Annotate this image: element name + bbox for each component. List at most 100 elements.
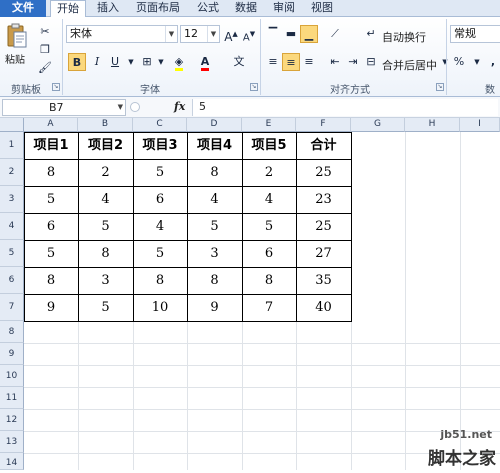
column-header-e[interactable]: E [242, 118, 296, 132]
table-cell[interactable]: 8 [187, 267, 242, 294]
row-header-8[interactable]: 8 [0, 321, 24, 343]
increase-font-size-button[interactable]: A▲ [222, 25, 240, 44]
decrease-indent-icon[interactable]: ⇤ [326, 53, 344, 71]
chevron-down-icon[interactable]: ▼ [207, 26, 219, 42]
align-bottom-icon[interactable]: ▁ [300, 25, 318, 43]
font-launcher-icon[interactable]: ↘ [250, 83, 258, 91]
tab-data[interactable]: 数据 [228, 0, 264, 17]
worksheet-grid[interactable]: A B C D E F G H I 1 2 3 4 5 6 7 8 9 10 1… [0, 118, 500, 470]
table-cell[interactable]: 5 [133, 240, 187, 267]
row-header-1[interactable]: 1 [0, 132, 24, 159]
formula-input[interactable]: 5 [192, 99, 498, 116]
tab-home[interactable]: 开始 [50, 0, 86, 18]
table-cell[interactable]: 6 [242, 240, 296, 267]
bold-button[interactable]: B [68, 53, 86, 71]
tab-formulas[interactable]: 公式 [190, 0, 226, 17]
insert-function-icon[interactable]: fx [174, 100, 185, 113]
table-cell[interactable]: 3 [78, 267, 133, 294]
decrease-font-size-button[interactable]: A▼ [240, 25, 258, 43]
column-header-f[interactable]: F [296, 118, 351, 132]
row-header-7[interactable]: 7 [0, 294, 24, 321]
table-header-cell[interactable]: 项目1 [24, 132, 78, 159]
row-header-13[interactable]: 13 [0, 431, 24, 453]
table-cell[interactable]: 8 [133, 267, 187, 294]
table-header-cell[interactable]: 合计 [296, 132, 351, 159]
tab-review[interactable]: 审阅 [266, 0, 302, 17]
table-cell[interactable]: 35 [296, 267, 351, 294]
select-all-corner[interactable] [0, 118, 24, 132]
font-name-combo[interactable]: 宋体 ▼ [66, 25, 178, 43]
table-cell[interactable]: 27 [296, 240, 351, 267]
align-right-icon[interactable]: ≡ [300, 53, 318, 71]
align-middle-icon[interactable]: ▬ [282, 25, 300, 43]
table-cell[interactable]: 5 [187, 213, 242, 240]
row-header-6[interactable]: 6 [0, 267, 24, 294]
table-cell[interactable]: 8 [24, 159, 78, 186]
chevron-down-icon[interactable]: ▼ [165, 26, 177, 42]
table-cell[interactable]: 6 [133, 186, 187, 213]
table-cell[interactable]: 23 [296, 186, 351, 213]
merge-center-button[interactable]: 合并后居中 [382, 57, 437, 73]
row-header-10[interactable]: 10 [0, 365, 24, 387]
table-cell[interactable]: 5 [78, 213, 133, 240]
table-cell[interactable]: 5 [24, 240, 78, 267]
row-header-4[interactable]: 4 [0, 213, 24, 240]
table-header-cell[interactable]: 项目5 [242, 132, 296, 159]
chevron-down-icon[interactable]: ▼ [152, 53, 170, 71]
copy-icon[interactable]: ❐ [36, 41, 54, 59]
table-cell[interactable]: 6 [24, 213, 78, 240]
table-cell[interactable]: 40 [296, 294, 351, 321]
wrap-text-button[interactable]: 自动换行 [382, 29, 426, 45]
table-cell[interactable]: 4 [78, 186, 133, 213]
row-header-3[interactable]: 3 [0, 186, 24, 213]
table-cell[interactable]: 9 [24, 294, 78, 321]
row-header-12[interactable]: 12 [0, 409, 24, 431]
row-header-11[interactable]: 11 [0, 387, 24, 409]
orientation-icon[interactable]: ⟋ [326, 25, 344, 43]
table-header-cell[interactable]: 项目2 [78, 132, 133, 159]
align-top-icon[interactable]: ▔ [264, 25, 282, 43]
fill-color-icon[interactable]: ◈ [170, 53, 188, 71]
align-center-icon[interactable]: ≡ [282, 53, 300, 71]
row-header-14[interactable]: 14 [0, 453, 24, 470]
font-color-button[interactable]: A [196, 53, 214, 71]
alignment-launcher-icon[interactable]: ↘ [436, 83, 444, 91]
column-header-a[interactable]: A [24, 118, 78, 132]
table-cell[interactable]: 3 [187, 240, 242, 267]
formula-bar-handle[interactable] [130, 102, 140, 112]
tab-view[interactable]: 视图 [304, 0, 340, 17]
table-cell[interactable]: 5 [78, 294, 133, 321]
table-cell[interactable]: 10 [133, 294, 187, 321]
tab-page-layout[interactable]: 页面布局 [130, 0, 186, 17]
table-cell[interactable]: 8 [78, 240, 133, 267]
column-header-i[interactable]: I [460, 118, 500, 132]
table-cell[interactable]: 4 [187, 186, 242, 213]
cut-icon[interactable]: ✂ [36, 23, 54, 41]
font-size-combo[interactable]: 12 ▼ [180, 25, 220, 43]
table-cell[interactable]: 2 [78, 159, 133, 186]
table-cell[interactable]: 8 [24, 267, 78, 294]
table-cell[interactable]: 5 [242, 213, 296, 240]
table-cell[interactable]: 25 [296, 213, 351, 240]
italic-button[interactable]: I [88, 53, 106, 71]
column-header-c[interactable]: C [133, 118, 187, 132]
table-cell[interactable]: 2 [242, 159, 296, 186]
merge-center-icon[interactable]: ⊟ [362, 53, 380, 71]
phonetic-icon[interactable]: 文 [230, 53, 248, 71]
clipboard-launcher-icon[interactable]: ↘ [52, 83, 60, 91]
paste-icon[interactable] [6, 23, 28, 49]
table-cell[interactable]: 5 [24, 186, 78, 213]
row-header-2[interactable]: 2 [0, 159, 24, 186]
wrap-text-icon[interactable]: ↵ [362, 25, 380, 43]
table-cell[interactable]: 5 [133, 159, 187, 186]
column-header-b[interactable]: B [78, 118, 133, 132]
table-cell[interactable]: 8 [187, 159, 242, 186]
row-header-9[interactable]: 9 [0, 343, 24, 365]
table-cell[interactable]: 7 [242, 294, 296, 321]
table-header-cell[interactable]: 项目3 [133, 132, 187, 159]
table-cell[interactable]: 4 [242, 186, 296, 213]
number-format-combo[interactable]: 常规 [450, 25, 500, 43]
row-header-5[interactable]: 5 [0, 240, 24, 267]
column-header-g[interactable]: G [351, 118, 405, 132]
table-cell[interactable]: 8 [242, 267, 296, 294]
